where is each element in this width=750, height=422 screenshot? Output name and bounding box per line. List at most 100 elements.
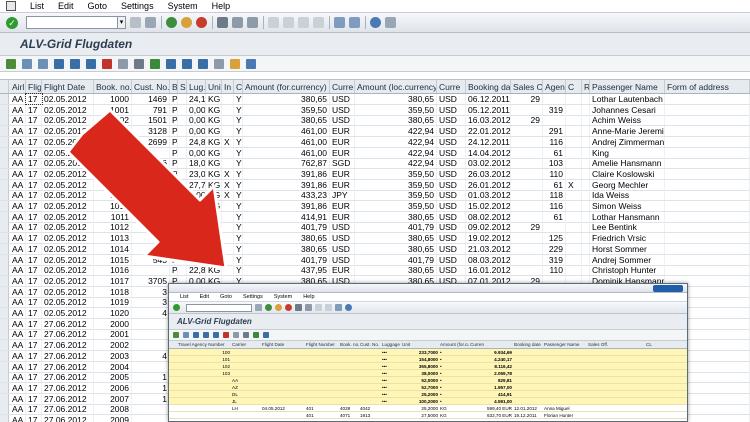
column-header[interactable]: Booking date	[466, 80, 511, 93]
table-cell[interactable]: Y	[234, 147, 243, 158]
table-cell[interactable]: X	[222, 190, 234, 201]
table-cell[interactable]	[132, 233, 170, 244]
inset-column-header[interactable]: Book. no.	[339, 341, 359, 348]
table-cell[interactable]: 103	[543, 158, 566, 169]
table-cell[interactable]: USD	[437, 115, 466, 126]
table-cell[interactable]: P	[170, 190, 178, 201]
exit-icon[interactable]	[181, 17, 192, 28]
table-cell[interactable]	[132, 147, 170, 158]
table-cell[interactable]	[582, 190, 590, 201]
table-cell[interactable]	[178, 233, 187, 244]
table-cell[interactable]: 17	[26, 126, 42, 137]
inset-table-cell[interactable]	[543, 398, 587, 404]
table-cell[interactable]: AA	[10, 254, 26, 265]
table-cell[interactable]: AA	[10, 404, 26, 415]
inset-menu-list[interactable]: List	[180, 294, 189, 300]
table-cell[interactable]	[582, 147, 590, 158]
table-cell[interactable]: 17	[26, 308, 42, 318]
table-cell[interactable]: USD	[437, 201, 466, 211]
table-cell[interactable]	[566, 94, 582, 104]
table-cell[interactable]: USD	[437, 222, 466, 233]
column-header[interactable]: Agency	[543, 80, 566, 93]
inset-table-cell[interactable]: 27,5000	[401, 412, 439, 418]
table-cell[interactable]: Y	[234, 222, 243, 233]
row-selector[interactable]	[0, 329, 9, 340]
inset-table-cell[interactable]	[305, 384, 339, 390]
table-cell[interactable]	[222, 201, 234, 211]
table-cell[interactable]: EUR	[330, 136, 355, 147]
inset-layout-icon[interactable]	[263, 332, 269, 338]
table-cell[interactable]: 17	[26, 350, 42, 361]
export-icon[interactable]	[150, 58, 160, 69]
inset-table-cell[interactable]	[645, 349, 685, 355]
inset-table-cell[interactable]: •••	[381, 377, 401, 383]
table-cell[interactable]: USD	[437, 104, 466, 115]
table-cell[interactable]	[222, 126, 234, 137]
table-row[interactable]: AA1702.05.201210021501P0,0000KGY380,65US…	[0, 115, 750, 127]
row-selector[interactable]	[0, 308, 9, 318]
table-cell[interactable]: 2002	[94, 340, 132, 351]
column-header[interactable]: Passenger Name	[590, 80, 665, 93]
row-selector[interactable]	[0, 404, 9, 415]
table-cell[interactable]: 3705	[132, 275, 170, 286]
column-header[interactable]: Unit	[206, 80, 222, 93]
table-cell[interactable]: 856	[132, 158, 170, 169]
table-cell[interactable]: 0,0000	[187, 115, 206, 126]
inset-table-cell[interactable]: 9.934,69	[469, 349, 513, 355]
inset-table-cell[interactable]	[587, 363, 645, 369]
inset-table-cell[interactable]: •	[439, 363, 469, 369]
table-cell[interactable]	[665, 168, 750, 179]
table-cell[interactable]	[511, 136, 543, 147]
window-controls-icon[interactable]	[653, 285, 683, 292]
table-cell[interactable]: P	[170, 94, 178, 104]
inset-table-cell[interactable]: 1913	[359, 412, 381, 418]
table-cell[interactable]: 17	[26, 297, 42, 308]
table-cell[interactable]: 2007	[94, 393, 132, 404]
table-cell[interactable]: 380,65	[355, 265, 437, 276]
inset-table-cell[interactable]: 100,2000	[401, 398, 439, 404]
table-cell[interactable]: 1606	[132, 190, 170, 201]
inset-table-cell[interactable]: Anna Miguel	[543, 405, 587, 411]
table-cell[interactable]	[178, 136, 187, 147]
table-cell[interactable]: AA	[10, 265, 26, 276]
cancel-icon[interactable]	[196, 17, 207, 28]
table-cell[interactable]: 16.01.2012	[466, 265, 511, 276]
table-cell[interactable]: AA	[10, 126, 26, 137]
table-cell[interactable]: 110	[543, 265, 566, 276]
row-selector[interactable]	[0, 190, 9, 201]
table-cell[interactable]: 02.05.2012	[42, 190, 94, 201]
table-cell[interactable]	[132, 243, 170, 254]
table-cell[interactable]: KG	[206, 265, 222, 276]
menu-list[interactable]: List	[30, 1, 44, 11]
table-cell[interactable]	[222, 147, 234, 158]
inset-table-cell[interactable]: AA	[231, 377, 261, 383]
table-cell[interactable]: Andrej Zimmermann	[590, 136, 665, 147]
graphic-icon[interactable]	[214, 58, 224, 69]
row-selector[interactable]	[0, 94, 9, 104]
table-cell[interactable]: 291	[543, 126, 566, 137]
table-cell[interactable]: 3	[132, 286, 170, 297]
row-selector[interactable]	[0, 265, 9, 276]
row-selector[interactable]	[0, 318, 9, 329]
table-cell[interactable]: 19.02.2012	[466, 233, 511, 244]
inset-table-cell[interactable]	[359, 349, 381, 355]
inset-table-cell[interactable]	[587, 349, 645, 355]
table-cell[interactable]: 17	[26, 190, 42, 201]
inset-table-cell[interactable]: 4042	[359, 405, 381, 411]
table-cell[interactable]: 27.06.2012	[42, 350, 94, 361]
table-cell[interactable]	[566, 243, 582, 254]
table-cell[interactable]: 1007	[94, 168, 132, 179]
table-cell[interactable]	[178, 104, 187, 115]
last-page-icon[interactable]	[313, 17, 324, 28]
inset-table-cell[interactable]: 414,91	[469, 391, 513, 397]
inset-table-cell[interactable]: 4028	[339, 405, 359, 411]
inset-table-cell[interactable]	[543, 363, 587, 369]
inset-table-cell[interactable]	[305, 349, 339, 355]
table-cell[interactable]	[178, 201, 187, 211]
table-cell[interactable]: KG	[206, 104, 222, 115]
inset-table-cell[interactable]: 19.12.2011	[513, 412, 543, 418]
inset-print-preview-icon[interactable]	[243, 332, 249, 338]
table-cell[interactable]: 18,00	[187, 158, 206, 169]
table-cell[interactable]: AA	[10, 308, 26, 318]
table-cell[interactable]: 17	[25, 93, 43, 105]
